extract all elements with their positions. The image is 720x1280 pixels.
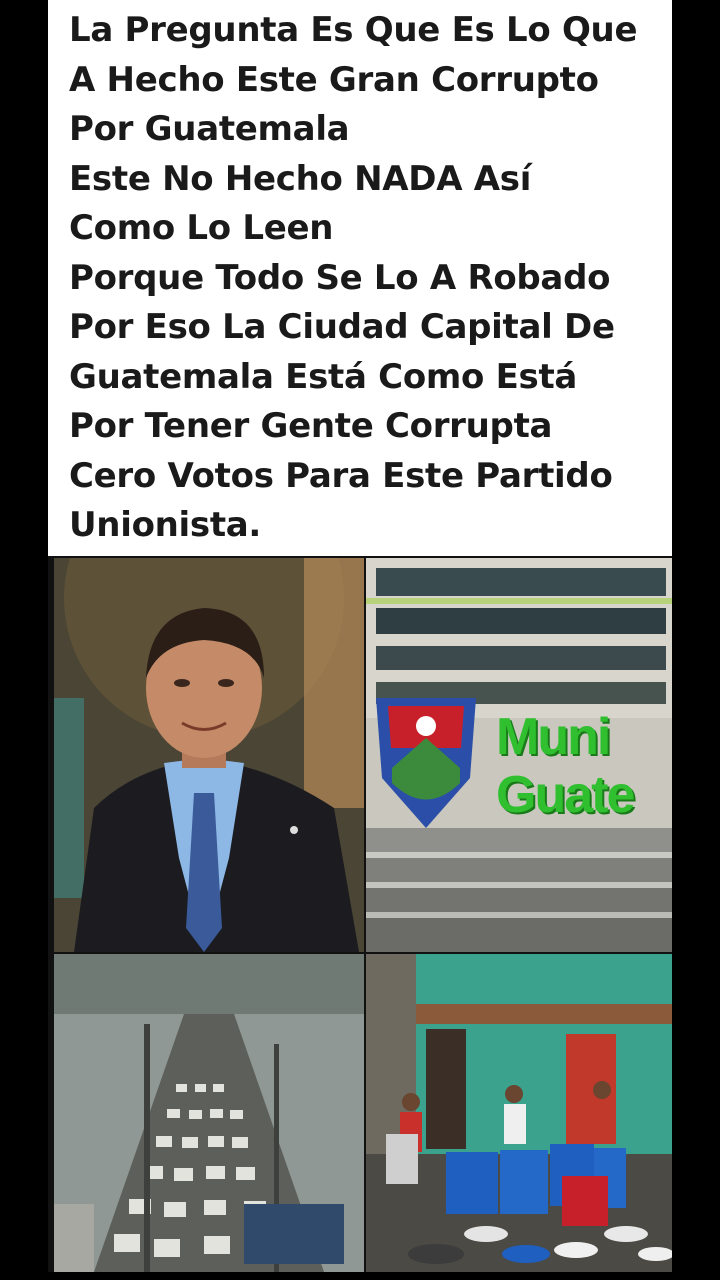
caption-line: Porque Todo Se Lo A Robado (69, 257, 611, 298)
caption-text: La Pregunta Es Que Es Lo Que A Hecho Est… (69, 6, 662, 551)
traffic-jam-photo (54, 954, 364, 1272)
caption-line: Guatemala Está Como Está (69, 356, 578, 397)
caption-panel: La Pregunta Es Que Es Lo Que A Hecho Est… (48, 0, 672, 556)
building-sign-line-1: Muni (496, 708, 611, 766)
caption-line: Por Guatemala (69, 109, 350, 149)
caption-line: Por Tener Gente Corrupta (69, 406, 553, 446)
caption-line: Unionista. (69, 505, 262, 545)
caption-line: Por Eso La Ciudad Capital De (69, 307, 615, 347)
traffic-illustration (54, 954, 364, 1272)
caption-line: Cero Votos Para Este Partido (69, 455, 613, 496)
water-buckets-photo (366, 954, 672, 1272)
caption-line: Este No Hecho NADA Así (69, 158, 532, 199)
photo-collage: Muni Guate (48, 556, 672, 1272)
municipal-building-photo: Muni Guate (366, 558, 672, 952)
water-illustration (366, 954, 672, 1272)
building-sign: Muni Guate (496, 708, 672, 824)
caption-line: A Hecho Este Gran Corrupto (69, 59, 599, 100)
caption-line: Como Lo Leen (69, 208, 334, 248)
portrait-photo (54, 558, 364, 952)
caption-line: La Pregunta Es Que Es Lo Que (69, 10, 638, 50)
building-sign-line-2: Guate (496, 766, 635, 824)
portrait-illustration (54, 558, 364, 952)
